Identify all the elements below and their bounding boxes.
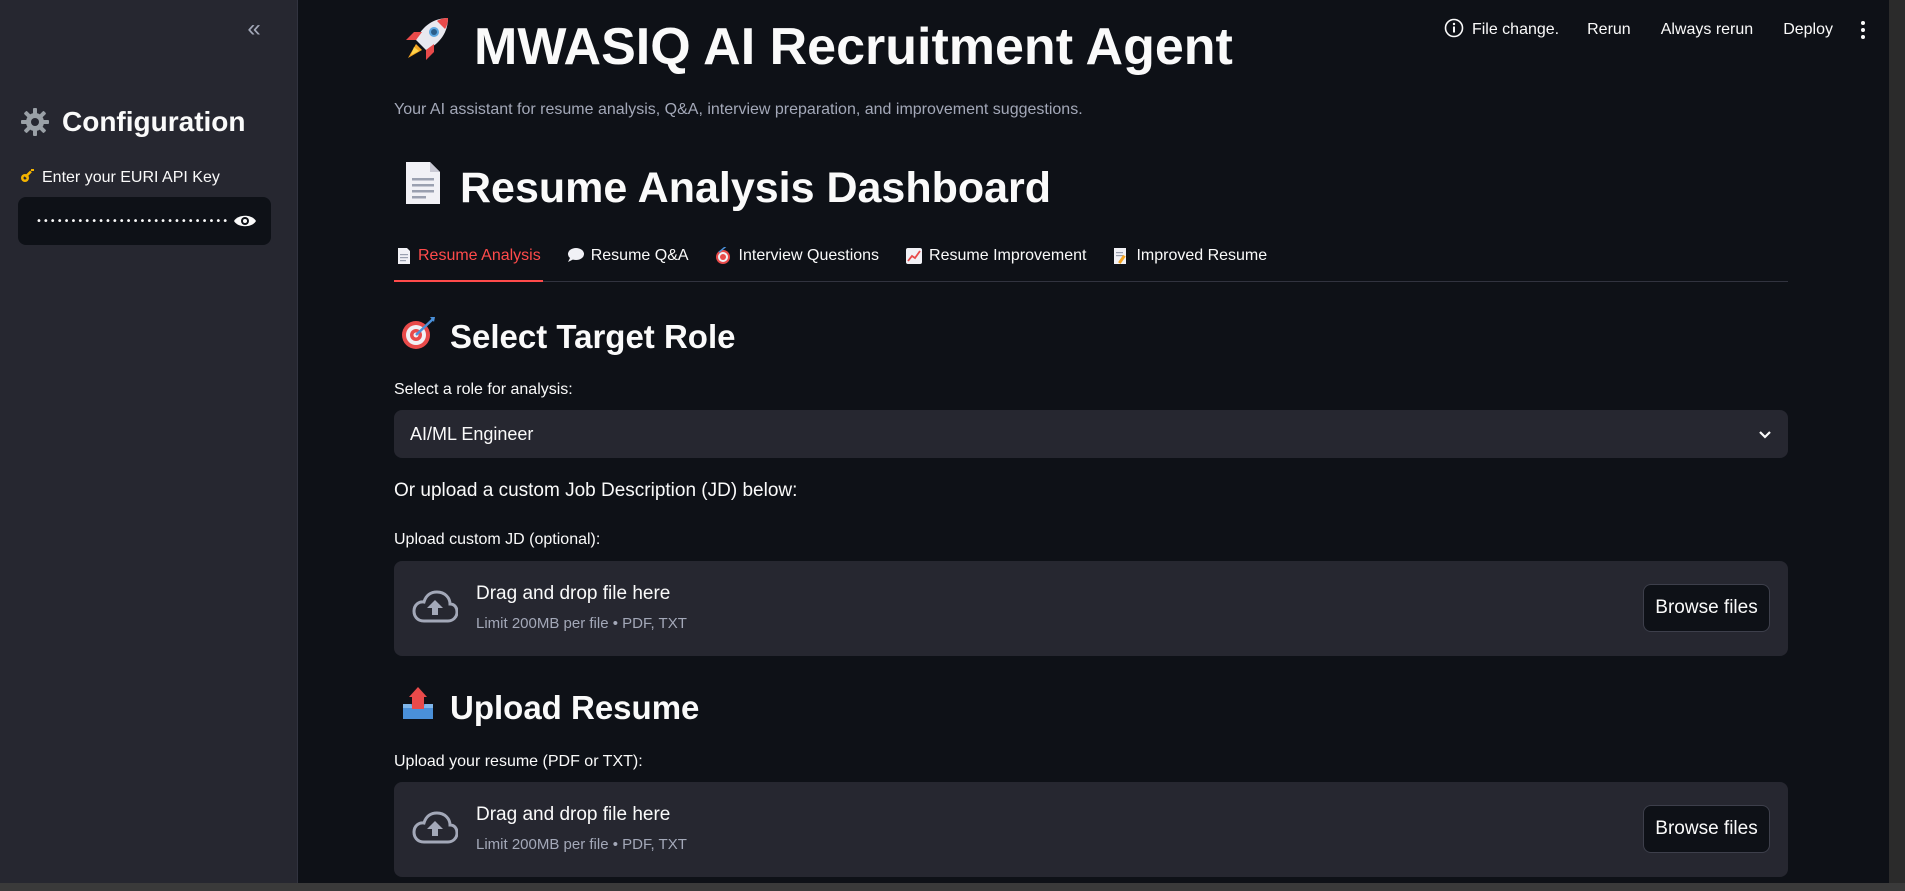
target-icon <box>400 315 436 359</box>
rerun-button[interactable]: Rerun <box>1587 21 1631 39</box>
page-subtitle: Your AI assistant for resume analysis, Q… <box>394 101 1083 118</box>
toolbar: File change. Rerun Always rerun Deploy <box>1444 18 1869 42</box>
window-bottom-edge <box>0 883 1905 891</box>
tab-improved-resume[interactable]: Improved Resume <box>1110 244 1269 281</box>
more-menu-icon[interactable] <box>1857 21 1869 39</box>
page-title: MWASIQ AI Recruitment Agent <box>400 14 1233 79</box>
collapse-sidebar-button[interactable]: « <box>241 15 267 42</box>
tab-label: Resume Analysis <box>418 247 541 264</box>
target-icon <box>715 245 733 270</box>
api-key-field <box>18 197 271 245</box>
tab-label: Resume Improvement <box>929 247 1087 264</box>
always-rerun-button[interactable]: Always rerun <box>1661 21 1753 39</box>
document-icon <box>402 160 442 217</box>
info-icon <box>1444 18 1464 43</box>
eye-icon[interactable] <box>231 207 259 235</box>
resume-upload-label: Upload your resume (PDF or TXT): <box>394 753 643 770</box>
jd-file-uploader[interactable]: Drag and drop file here Limit 200MB per … <box>394 561 1788 656</box>
target-role-heading: Select Target Role <box>400 315 735 359</box>
dashboard-title: Resume Analysis Dashboard <box>402 160 1051 217</box>
jd-drop-limit: Limit 200MB per file • PDF, TXT <box>476 615 687 632</box>
resume-browse-files-button[interactable]: Browse files <box>1643 805 1770 853</box>
chevron-down-icon <box>1758 424 1772 445</box>
file-change-status: File change. <box>1444 18 1559 43</box>
document-icon <box>396 247 412 270</box>
tab-resume-analysis[interactable]: Resume Analysis <box>394 244 543 282</box>
target-role-heading-text: Select Target Role <box>450 318 736 355</box>
sidebar-title: Configuration <box>20 106 246 138</box>
role-select[interactable]: AI/ML Engineer <box>394 410 1788 458</box>
memo-icon <box>1112 247 1130 270</box>
resume-drop-title: Drag and drop file here <box>476 804 671 825</box>
cloud-upload-icon <box>412 810 459 851</box>
rocket-icon <box>400 14 452 79</box>
page-title-text: MWASIQ AI Recruitment Agent <box>474 17 1233 76</box>
deploy-button[interactable]: Deploy <box>1783 21 1833 39</box>
resume-file-uploader[interactable]: Drag and drop file here Limit 200MB per … <box>394 782 1788 877</box>
tab-bar: Resume Analysis Resume Q&A Interview Que… <box>394 244 1788 282</box>
tab-resume-qa[interactable]: Resume Q&A <box>565 244 691 281</box>
gear-icon <box>20 107 50 137</box>
app-root: « Configuration Enter your EURI API Key … <box>0 0 1905 891</box>
role-select-label: Select a role for analysis: <box>394 381 573 398</box>
cloud-upload-icon <box>412 589 459 630</box>
key-icon <box>20 167 36 188</box>
upload-resume-heading: Upload Resume <box>400 686 699 730</box>
or-upload-text: Or upload a custom Job Description (JD) … <box>394 480 798 501</box>
upload-resume-heading-text: Upload Resume <box>450 689 700 726</box>
speech-bubble-icon <box>567 247 585 268</box>
tab-resume-improvement[interactable]: Resume Improvement <box>903 244 1088 281</box>
double-chevron-left-icon: « <box>247 15 261 42</box>
dashboard-title-text: Resume Analysis Dashboard <box>460 164 1052 212</box>
jd-drop-title: Drag and drop file here <box>476 583 671 604</box>
api-key-label: Enter your EURI API Key <box>20 167 220 188</box>
jd-upload-label: Upload custom JD (optional): <box>394 531 601 548</box>
status-text: File change. <box>1471 21 1560 38</box>
jd-browse-files-button[interactable]: Browse files <box>1643 584 1770 632</box>
tab-label: Resume Q&A <box>590 247 689 264</box>
chart-up-icon <box>905 247 923 270</box>
api-key-label-text: Enter your EURI API Key <box>42 168 220 186</box>
tab-label: Improved Resume <box>1136 247 1268 264</box>
config-title-text: Configuration <box>62 106 246 137</box>
api-key-input[interactable] <box>34 214 231 228</box>
window-edge <box>1889 0 1905 891</box>
resume-drop-limit: Limit 200MB per file • PDF, TXT <box>476 836 687 853</box>
outbox-tray-icon <box>400 686 436 730</box>
tab-label: Interview Questions <box>738 247 880 264</box>
role-select-value: AI/ML Engineer <box>410 423 534 444</box>
tab-interview-questions[interactable]: Interview Questions <box>713 244 882 281</box>
sidebar: « Configuration Enter your EURI API Key … <box>0 0 298 891</box>
